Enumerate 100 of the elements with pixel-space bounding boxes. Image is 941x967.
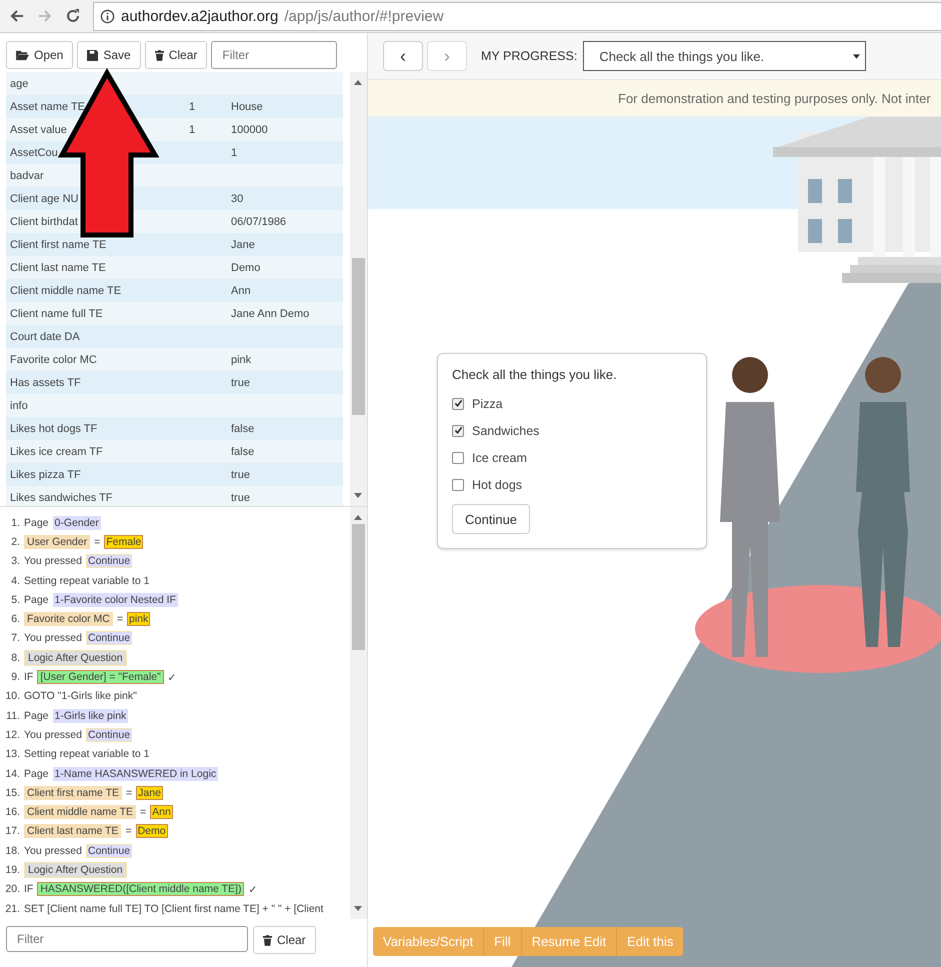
variable-name: Favorite color MC [9, 354, 98, 366]
variable-row[interactable]: Likes hot dogs TF false [6, 417, 343, 440]
variable-tag: User Gender [24, 534, 90, 549]
filter-field[interactable]: Filter [6, 926, 248, 952]
log-text: You pressed [24, 844, 82, 857]
line-number: 10. [4, 690, 20, 702]
progress-dropdown[interactable]: Check all the things you like. [583, 41, 866, 71]
variable-value: false [231, 446, 254, 458]
line-number: 7. [10, 632, 20, 644]
variable-row[interactable]: Likes sandwiches TF true [6, 486, 343, 506]
variable-value: true [231, 492, 250, 504]
variable-row[interactable]: Client name full TE Jane Ann Demo [6, 302, 343, 325]
variable-value: Jane [231, 238, 255, 250]
line-number: 3. [10, 555, 20, 568]
log-text: Page [24, 594, 49, 606]
filter-field[interactable]: Filter [211, 41, 338, 69]
checkbox[interactable] [452, 478, 464, 490]
clear-button[interactable]: Clear [144, 41, 208, 69]
log-text: = [94, 536, 100, 548]
log-text: = [125, 825, 132, 838]
variable-name: Client first name TE [9, 238, 108, 250]
scrollbar[interactable] [350, 507, 367, 919]
line-number: 5. [10, 594, 20, 606]
button-tag: Continue [86, 728, 132, 742]
logic-tag: Logic After Question [24, 650, 127, 666]
url-host: authordev.a2jauthor.org [121, 8, 278, 24]
variable-value: House [231, 100, 263, 112]
variable-name: Court date DA [9, 330, 81, 342]
log-text: Setting repeat variable to 1 [24, 748, 150, 760]
button-tag: Continue [86, 844, 132, 858]
variable-value: true [231, 468, 250, 480]
line-number: 18. [4, 844, 20, 857]
log-text: = [126, 786, 132, 799]
log-text: = [116, 613, 123, 626]
option-label: Hot dogs [472, 478, 522, 492]
variable-value: 100000 [231, 124, 268, 136]
variable-row[interactable]: Likes pizza TF true [6, 463, 343, 486]
variable-row[interactable]: Likes ice cream TF false [6, 440, 343, 463]
scroll-up-icon[interactable] [354, 515, 362, 520]
log-text: IF [24, 883, 34, 896]
value-tag: Female [104, 534, 144, 549]
variable-name: Asset name TE [9, 100, 86, 112]
line-number: 11. [5, 710, 20, 722]
back-arrow-icon[interactable] [9, 8, 25, 24]
variable-row[interactable]: Favorite color MC pink [6, 348, 343, 371]
scrollbar[interactable] [350, 72, 367, 506]
variable-name: AssetCou [9, 146, 59, 158]
button-tag: Continue [86, 631, 132, 646]
scroll-down-icon[interactable] [354, 493, 362, 498]
reload-icon[interactable] [65, 8, 81, 24]
line-number: 6. [10, 613, 20, 626]
scroll-down-icon[interactable] [354, 906, 362, 911]
clear-button[interactable]: Clear [253, 926, 316, 954]
variable-row[interactable]: Client middle name TE Ann [6, 279, 343, 302]
log-text: SET [Client name full TE] TO [Client first name TE] + " " + [Client [24, 902, 324, 915]
variable-name: age [9, 78, 30, 90]
log-text: You pressed [24, 632, 82, 644]
continue-button[interactable]: Continue [452, 504, 530, 534]
checkbox[interactable] [452, 424, 464, 436]
line-number: 15. [4, 786, 20, 799]
scrollbar-thumb[interactable] [352, 524, 365, 650]
scroll-up-icon[interactable] [354, 80, 362, 85]
log-text: You pressed [24, 728, 82, 741]
condition-tag: HASANSWERED([Client middle name TE]) [37, 882, 244, 896]
log-text: ✓ [248, 882, 258, 896]
save-button[interactable]: Save [77, 41, 141, 69]
variable-row[interactable]: Has assets TF true [6, 371, 343, 394]
previous-button[interactable]: ‹ [383, 41, 423, 71]
line-number: 17. [4, 825, 20, 838]
variable-tag: Client last name TE [24, 824, 122, 838]
value-tag: Ann [150, 805, 173, 820]
variable-count: 1 [189, 100, 196, 112]
line-number: 14. [4, 768, 20, 780]
page-tag: 0-Gender [52, 516, 101, 530]
variable-row[interactable]: info [6, 394, 343, 417]
variable-value: Ann [231, 284, 251, 296]
line-number: 1. [10, 516, 20, 529]
value-tag: Demo [136, 824, 168, 838]
variable-row[interactable]: Client last name TE Demo [6, 256, 343, 279]
info-icon [100, 8, 115, 24]
open-button[interactable]: Open [6, 41, 74, 69]
checkbox[interactable] [452, 452, 464, 464]
line-number: 21. [4, 902, 20, 915]
variable-name: info [9, 400, 29, 412]
checkbox[interactable] [452, 398, 464, 410]
variable-name: Client name full TE [9, 308, 104, 320]
variable-name: Client middle name TE [9, 284, 122, 296]
progress-label: MY PROGRESS: [481, 49, 578, 63]
line-number: 16. [4, 806, 20, 818]
value-tag: pink [127, 612, 150, 626]
address-bar[interactable]: authordev.a2jauthor.org /app/js/author/#!preview [93, 2, 941, 30]
variable-row[interactable]: Court date DA [6, 325, 343, 348]
page-tag: 1-Favorite color Nested IF [52, 592, 178, 607]
scrollbar-thumb[interactable] [352, 258, 365, 415]
variable-row[interactable]: age [6, 72, 343, 95]
log-text: GOTO "1-Girls like pink" [24, 690, 137, 702]
variable-row[interactable]: Client first name TE Jane [6, 233, 343, 256]
variable-name: badvar [9, 170, 45, 182]
log-text: IF [24, 671, 34, 684]
variable-tag: Favorite color MC [24, 612, 113, 626]
